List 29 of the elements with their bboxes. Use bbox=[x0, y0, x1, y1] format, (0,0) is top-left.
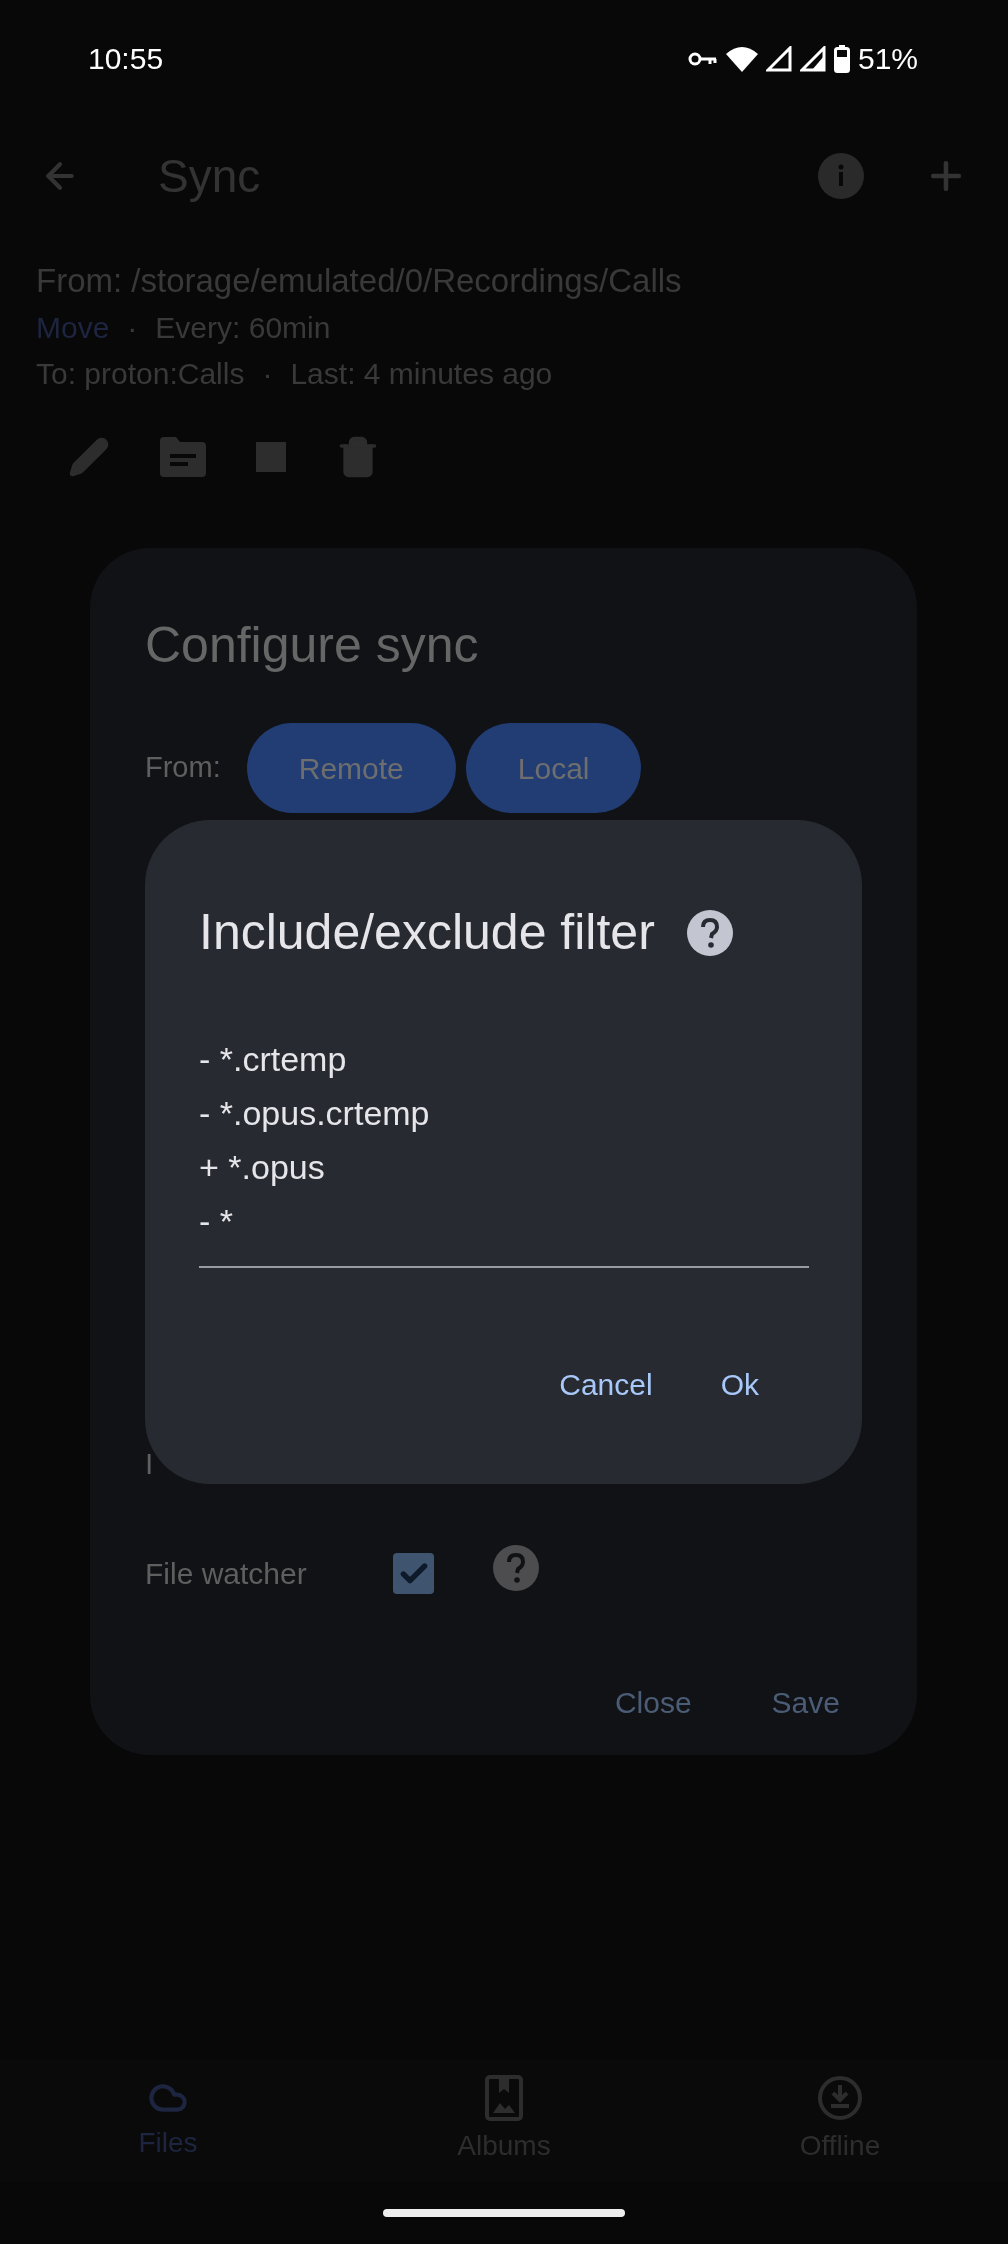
source-option-button[interactable]: Local bbox=[465, 723, 642, 813]
signal-icon bbox=[765, 45, 792, 72]
from-label: From: bbox=[145, 750, 221, 786]
home-indicator[interactable] bbox=[383, 2208, 625, 2217]
file-watcher-checkbox[interactable] bbox=[393, 1553, 434, 1594]
dialog-button[interactable]: Save bbox=[771, 1680, 840, 1725]
battery-icon bbox=[833, 44, 850, 73]
file-watcher-label: File watcher bbox=[145, 1556, 308, 1592]
help-icon[interactable] bbox=[686, 909, 733, 956]
edit-button[interactable] bbox=[68, 436, 110, 478]
source-option-button[interactable]: Remote bbox=[246, 723, 456, 813]
stop-button[interactable] bbox=[256, 442, 286, 472]
signal-icon bbox=[799, 45, 826, 72]
key-icon bbox=[687, 50, 718, 67]
dialog-title: Configure sync bbox=[145, 616, 480, 675]
dialog-title: Include/exclude filter bbox=[199, 903, 655, 962]
dialog-button[interactable]: Ok bbox=[720, 1362, 759, 1407]
battery-percent: 51% bbox=[857, 41, 918, 77]
download-icon bbox=[817, 2074, 863, 2121]
option-label: I bbox=[145, 1446, 155, 1481]
separator-dot: · bbox=[127, 310, 138, 346]
dialog-button[interactable]: Cancel bbox=[559, 1362, 653, 1407]
status-time: 10:55 bbox=[88, 41, 164, 77]
folder-icon[interactable] bbox=[160, 437, 206, 477]
dialog-button[interactable]: Close bbox=[614, 1680, 692, 1725]
separator-dot: · bbox=[262, 356, 273, 392]
wifi-icon bbox=[725, 45, 758, 72]
info-icon[interactable] bbox=[818, 153, 864, 199]
photo-album-icon bbox=[485, 2074, 523, 2121]
